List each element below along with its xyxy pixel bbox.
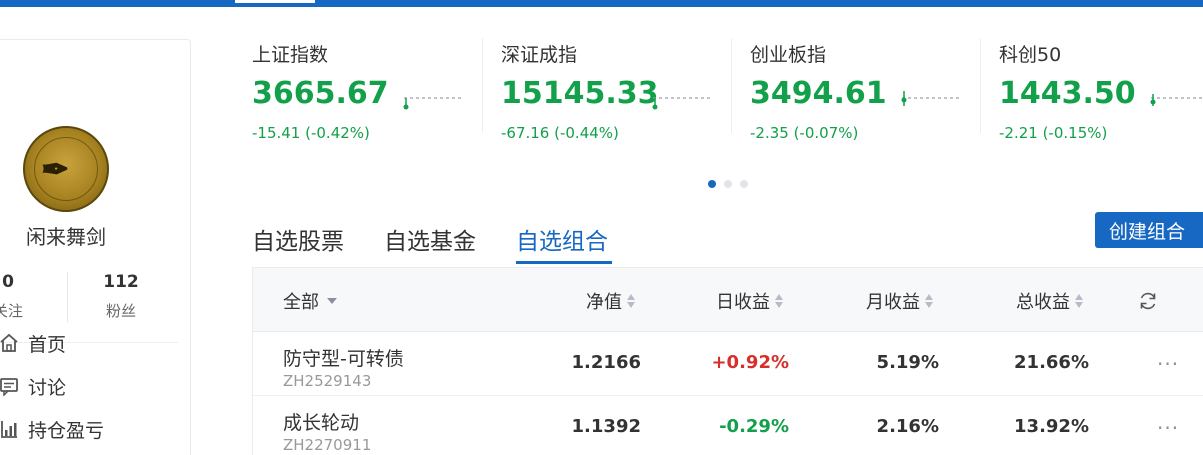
follow-label: 关注	[0, 302, 23, 320]
index-sparkline	[652, 97, 713, 110]
top-nav-bar	[0, 0, 1203, 7]
column-header-nav[interactable]: 净值	[586, 288, 635, 314]
portfolio-name[interactable]: 成长轮动	[283, 408, 359, 435]
follow-stat[interactable]: 0 关注	[0, 272, 33, 321]
more-options-icon[interactable]: ···	[1157, 352, 1179, 376]
index-name: 创业板指	[750, 44, 827, 66]
index-change: -67.16 (-0.44%)	[501, 124, 619, 142]
carousel-dot-3[interactable]	[740, 180, 748, 188]
sidebar-item-holdings[interactable]: 持仓盈亏	[0, 416, 104, 442]
portfolio-code: ZH2270911	[283, 436, 372, 454]
index-value: 3494.61	[750, 76, 887, 111]
index-change: -2.35 (-0.07%)	[750, 124, 859, 142]
index-change: -15.41 (-0.42%)	[252, 124, 370, 142]
caret-down-icon	[327, 298, 337, 304]
column-header-daily-return[interactable]: 日收益	[716, 288, 783, 314]
column-label: 净值	[586, 292, 622, 313]
tab-portfolios[interactable]: 自选组合	[516, 222, 608, 256]
sidebar-item-discussion[interactable]: 讨论	[0, 373, 66, 399]
sidebar-item-label: 首页	[28, 333, 67, 356]
fans-label: 粉丝	[105, 302, 136, 320]
total-return: 13.92%	[1014, 416, 1089, 437]
column-label: 月收益	[866, 292, 920, 313]
table-row[interactable]: 成长轮动 ZH2270911 1.1392 -0.29% 2.16% 13.92…	[253, 396, 1203, 455]
index-card-chinext[interactable]: 创业板指 3494.61 -2.35 (-0.07%)	[750, 38, 980, 142]
table-header: 全部 净值 日收益 月收益 总收益	[253, 268, 1203, 332]
avatar[interactable]: ✒	[23, 126, 109, 212]
index-value: 1443.50	[999, 76, 1136, 111]
sort-icon	[1075, 294, 1083, 308]
follow-count: 0	[2, 272, 14, 292]
index-name: 上证指数	[252, 44, 329, 66]
filter-dropdown[interactable]: 全部	[283, 288, 337, 314]
index-separator	[482, 38, 483, 133]
index-card-szse[interactable]: 深证成指 15145.33 -67.16 (-0.44%)	[501, 38, 731, 142]
daily-return: -0.29%	[719, 416, 789, 437]
portfolio-code: ZH2529143	[283, 372, 372, 390]
index-name: 深证成指	[501, 44, 578, 66]
sort-icon	[775, 294, 783, 308]
active-nav-indicator	[235, 0, 315, 3]
carousel-dot-2[interactable]	[724, 180, 732, 188]
active-tab-underline	[516, 261, 612, 264]
total-return: 21.66%	[1014, 352, 1089, 373]
index-card-sse[interactable]: 上证指数 3665.67 -15.41 (-0.42%)	[252, 38, 482, 142]
sidebar-item-label: 持仓盈亏	[28, 419, 105, 442]
column-header-total-return[interactable]: 总收益	[1016, 288, 1083, 314]
create-portfolio-button[interactable]: 创建组合	[1095, 212, 1203, 248]
refresh-icon[interactable]	[1137, 290, 1159, 312]
monthly-return: 2.16%	[876, 416, 939, 437]
fans-stat[interactable]: 112 粉丝	[91, 272, 151, 321]
index-separator	[731, 38, 732, 133]
index-sparkline	[901, 91, 962, 106]
sort-icon	[925, 294, 933, 308]
stat-divider	[67, 272, 68, 322]
more-options-icon[interactable]: ···	[1157, 416, 1179, 440]
net-value: 1.1392	[571, 416, 641, 437]
filter-label: 全部	[283, 292, 319, 313]
carousel-pagination	[708, 180, 748, 188]
table-row[interactable]: 防守型-可转债 ZH2529143 1.2166 +0.92% 5.19% 21…	[253, 332, 1203, 396]
column-label: 总收益	[1016, 292, 1070, 313]
index-card-star50[interactable]: 科创50 1443.50 -2.21 (-0.15%)	[999, 38, 1203, 142]
index-sparkline	[403, 97, 464, 110]
column-header-monthly-return[interactable]: 月收益	[866, 288, 933, 314]
avatar-coin-icon: ✒	[41, 150, 70, 190]
monthly-return: 5.19%	[876, 352, 939, 373]
portfolio-table: 全部 净值 日收益 月收益 总收益 防守型-可转债 ZH2529143 1.21…	[252, 267, 1203, 455]
tab-stocks[interactable]: 自选股票	[252, 222, 344, 256]
sidebar-item-label: 讨论	[28, 376, 67, 399]
index-change: -2.21 (-0.15%)	[999, 124, 1108, 142]
username[interactable]: 闲来舞剑	[0, 221, 145, 250]
sidebar-item-home[interactable]: 首页	[0, 330, 66, 356]
net-value: 1.2166	[571, 352, 641, 373]
home-icon	[0, 333, 18, 352]
index-separator	[980, 38, 981, 133]
comment-icon	[0, 378, 18, 396]
fans-count: 112	[103, 272, 139, 292]
tab-funds[interactable]: 自选基金	[384, 222, 476, 256]
index-value: 15145.33	[501, 76, 659, 111]
portfolio-name[interactable]: 防守型-可转债	[283, 344, 404, 371]
sort-icon	[627, 294, 635, 308]
index-name: 科创50	[999, 44, 1062, 66]
chart-icon	[1, 421, 17, 438]
column-label: 日收益	[716, 292, 770, 313]
carousel-dot-1[interactable]	[708, 180, 716, 188]
index-sparkline	[1150, 94, 1203, 106]
index-value: 3665.67	[252, 76, 389, 111]
daily-return: +0.92%	[711, 352, 789, 373]
